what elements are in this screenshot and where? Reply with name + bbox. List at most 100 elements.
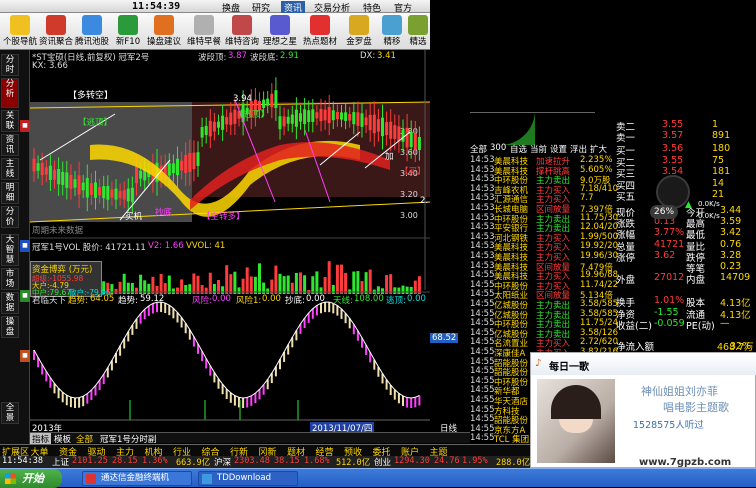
osc-trend2-value: 59.12	[140, 294, 165, 304]
tencent-pool-button[interactable]: 腾讯池股	[75, 15, 109, 49]
daily-song-popup[interactable]: ♪ 每日一歌 神仙姐姐刘亦菲 唱电影主题歌 1528575人听过 www.7gp…	[530, 352, 756, 468]
task-tddownload[interactable]: TDDownload	[198, 471, 298, 486]
volume-bar	[229, 274, 233, 294]
trade-time: 14:55	[470, 327, 495, 338]
volume-bar	[188, 284, 192, 294]
menu-bar: 11:54:39 换盘 研究 资讯 交易分析 特色 官方	[0, 0, 430, 14]
trade-value: 3.58/585	[580, 308, 619, 319]
fire-icon	[310, 15, 330, 35]
ticker-tab-float[interactable]: 浮出	[570, 143, 587, 155]
trade-time: 14:55	[470, 404, 495, 415]
trade-value: 1.99/500	[580, 231, 619, 242]
ticker-tab-current[interactable]: 当前	[530, 143, 547, 155]
candle-body	[102, 185, 106, 199]
select-icon	[408, 15, 428, 35]
tab-info[interactable]: 资讯	[1, 134, 19, 156]
taskbar: 开始 通达信金融终端机 TDDownload	[0, 468, 756, 488]
trade-value: 3.58/585	[580, 299, 619, 309]
ticker-tab-settings[interactable]: 设置	[550, 143, 567, 155]
ideal-star-button[interactable]: 理想之星	[263, 15, 297, 49]
money-flow-legend: 资金博弈 (万元) 超级:-1055.98 大户:-4.79 中户:79.67 …	[30, 261, 111, 297]
tab-analysis[interactable]: 分析	[1, 78, 19, 108]
index1-amount: 663.9亿	[176, 458, 211, 468]
trade-value: 19.96/88	[580, 270, 619, 281]
stock-nav-button[interactable]: 个股导航	[3, 15, 37, 49]
candle-body	[290, 114, 294, 124]
candle-body	[225, 117, 229, 125]
candle-body	[36, 163, 40, 171]
candle-body	[176, 158, 179, 176]
indicator-blue-icon[interactable]: ■	[20, 240, 30, 252]
tab-all[interactable]: 全部	[74, 433, 95, 445]
tab-timeshare[interactable]: 分时	[1, 54, 19, 76]
indicator-red-icon[interactable]: ■	[20, 120, 30, 132]
candle-body	[89, 183, 93, 195]
start-button[interactable]: 开始	[0, 469, 62, 488]
stock-chart[interactable]: 3.803.603.403.203.00400002000050.00 *ST宝…	[30, 50, 459, 448]
trade-advice-button[interactable]: 操盘建议	[147, 15, 181, 49]
annotation-swing-bottom: 抄底	[155, 208, 173, 218]
popup-listeners[interactable]: 1528575人听过	[633, 417, 704, 431]
task-tdx[interactable]: 通达信金融终端机	[82, 471, 192, 486]
news-icon	[46, 15, 66, 35]
tab-indicators[interactable]: 指标	[30, 433, 52, 445]
volume-bar	[159, 274, 163, 294]
trade-value: 7.18/410	[580, 183, 619, 194]
trade-time: 14:55	[470, 347, 495, 357]
low-price-label: 2.	[420, 196, 429, 206]
hot-topics-button[interactable]: 热点题材	[303, 15, 337, 49]
tab-champion[interactable]: 冠军1号分时副	[98, 433, 158, 445]
ticker-tab-watch[interactable]: 自选	[510, 143, 527, 155]
tab-market[interactable]: 市场	[1, 268, 19, 290]
tab-trade[interactable]: 操盘	[1, 316, 19, 338]
candle-body	[184, 155, 188, 174]
tab-detail[interactable]: 明细	[1, 182, 19, 204]
tab-templates[interactable]: 模板	[52, 433, 73, 445]
candle-body	[130, 187, 134, 203]
trade-time: 14:55	[470, 318, 495, 329]
tab-dzh[interactable]: 大智慧	[1, 234, 19, 266]
tab-related[interactable]: 关联	[1, 110, 19, 132]
index3-change: 24.76	[434, 456, 460, 466]
inflow-percent: 32%	[730, 341, 752, 352]
tab-price-dist[interactable]: 分价	[1, 206, 19, 228]
volume-bar	[327, 261, 331, 294]
volume-bar	[200, 285, 204, 294]
candle-body	[376, 119, 380, 132]
tab-mainline[interactable]: 主线	[1, 158, 19, 180]
future-data-label: 周期未来数据	[32, 226, 84, 236]
candle-body	[106, 186, 110, 200]
candle-body	[48, 165, 52, 180]
oscillator-line	[33, 301, 420, 399]
candle-body	[98, 186, 102, 196]
singer-photo	[537, 379, 615, 463]
trade-time: 14:55	[470, 366, 495, 377]
breakfast-button[interactable]: 维特早餐	[187, 15, 221, 49]
f10-button[interactable]: 新F10	[112, 15, 144, 49]
ticker-tab-all[interactable]: 全部	[470, 143, 487, 155]
ticker-tab-expand[interactable]: 扩大	[590, 143, 607, 155]
trade-time: 14:53	[470, 241, 495, 252]
volume-bar	[340, 264, 343, 294]
candle-body	[311, 109, 315, 122]
gold-compass-icon	[349, 15, 369, 35]
consult-button[interactable]: 维特咨询	[225, 15, 259, 49]
tab-data[interactable]: 数据	[1, 292, 19, 314]
candle-body	[278, 116, 282, 130]
volume-bar	[225, 265, 229, 294]
news-aggregate-button[interactable]: 资讯聚合	[39, 15, 73, 49]
indicator-green-icon[interactable]: ■	[20, 290, 30, 302]
dx-label: DX:	[360, 51, 376, 61]
indicator-orange-icon[interactable]: ■	[20, 350, 30, 362]
annotation-multi-short: 【多转空】	[68, 91, 114, 101]
popup-line1: 神仙姐姐刘亦菲	[641, 385, 718, 398]
tab-panorama[interactable]: 全景	[1, 402, 19, 424]
index3-amount: 288.0亿	[496, 458, 531, 468]
candle-body	[319, 108, 323, 122]
ticker-tab-300[interactable]: 300	[490, 143, 506, 153]
candle-body	[204, 125, 208, 135]
candle-body	[69, 174, 73, 189]
gauge-speed-2: 0.0K/s	[698, 212, 720, 220]
candle-body	[262, 99, 266, 108]
trade-time: 14:55	[470, 356, 495, 367]
